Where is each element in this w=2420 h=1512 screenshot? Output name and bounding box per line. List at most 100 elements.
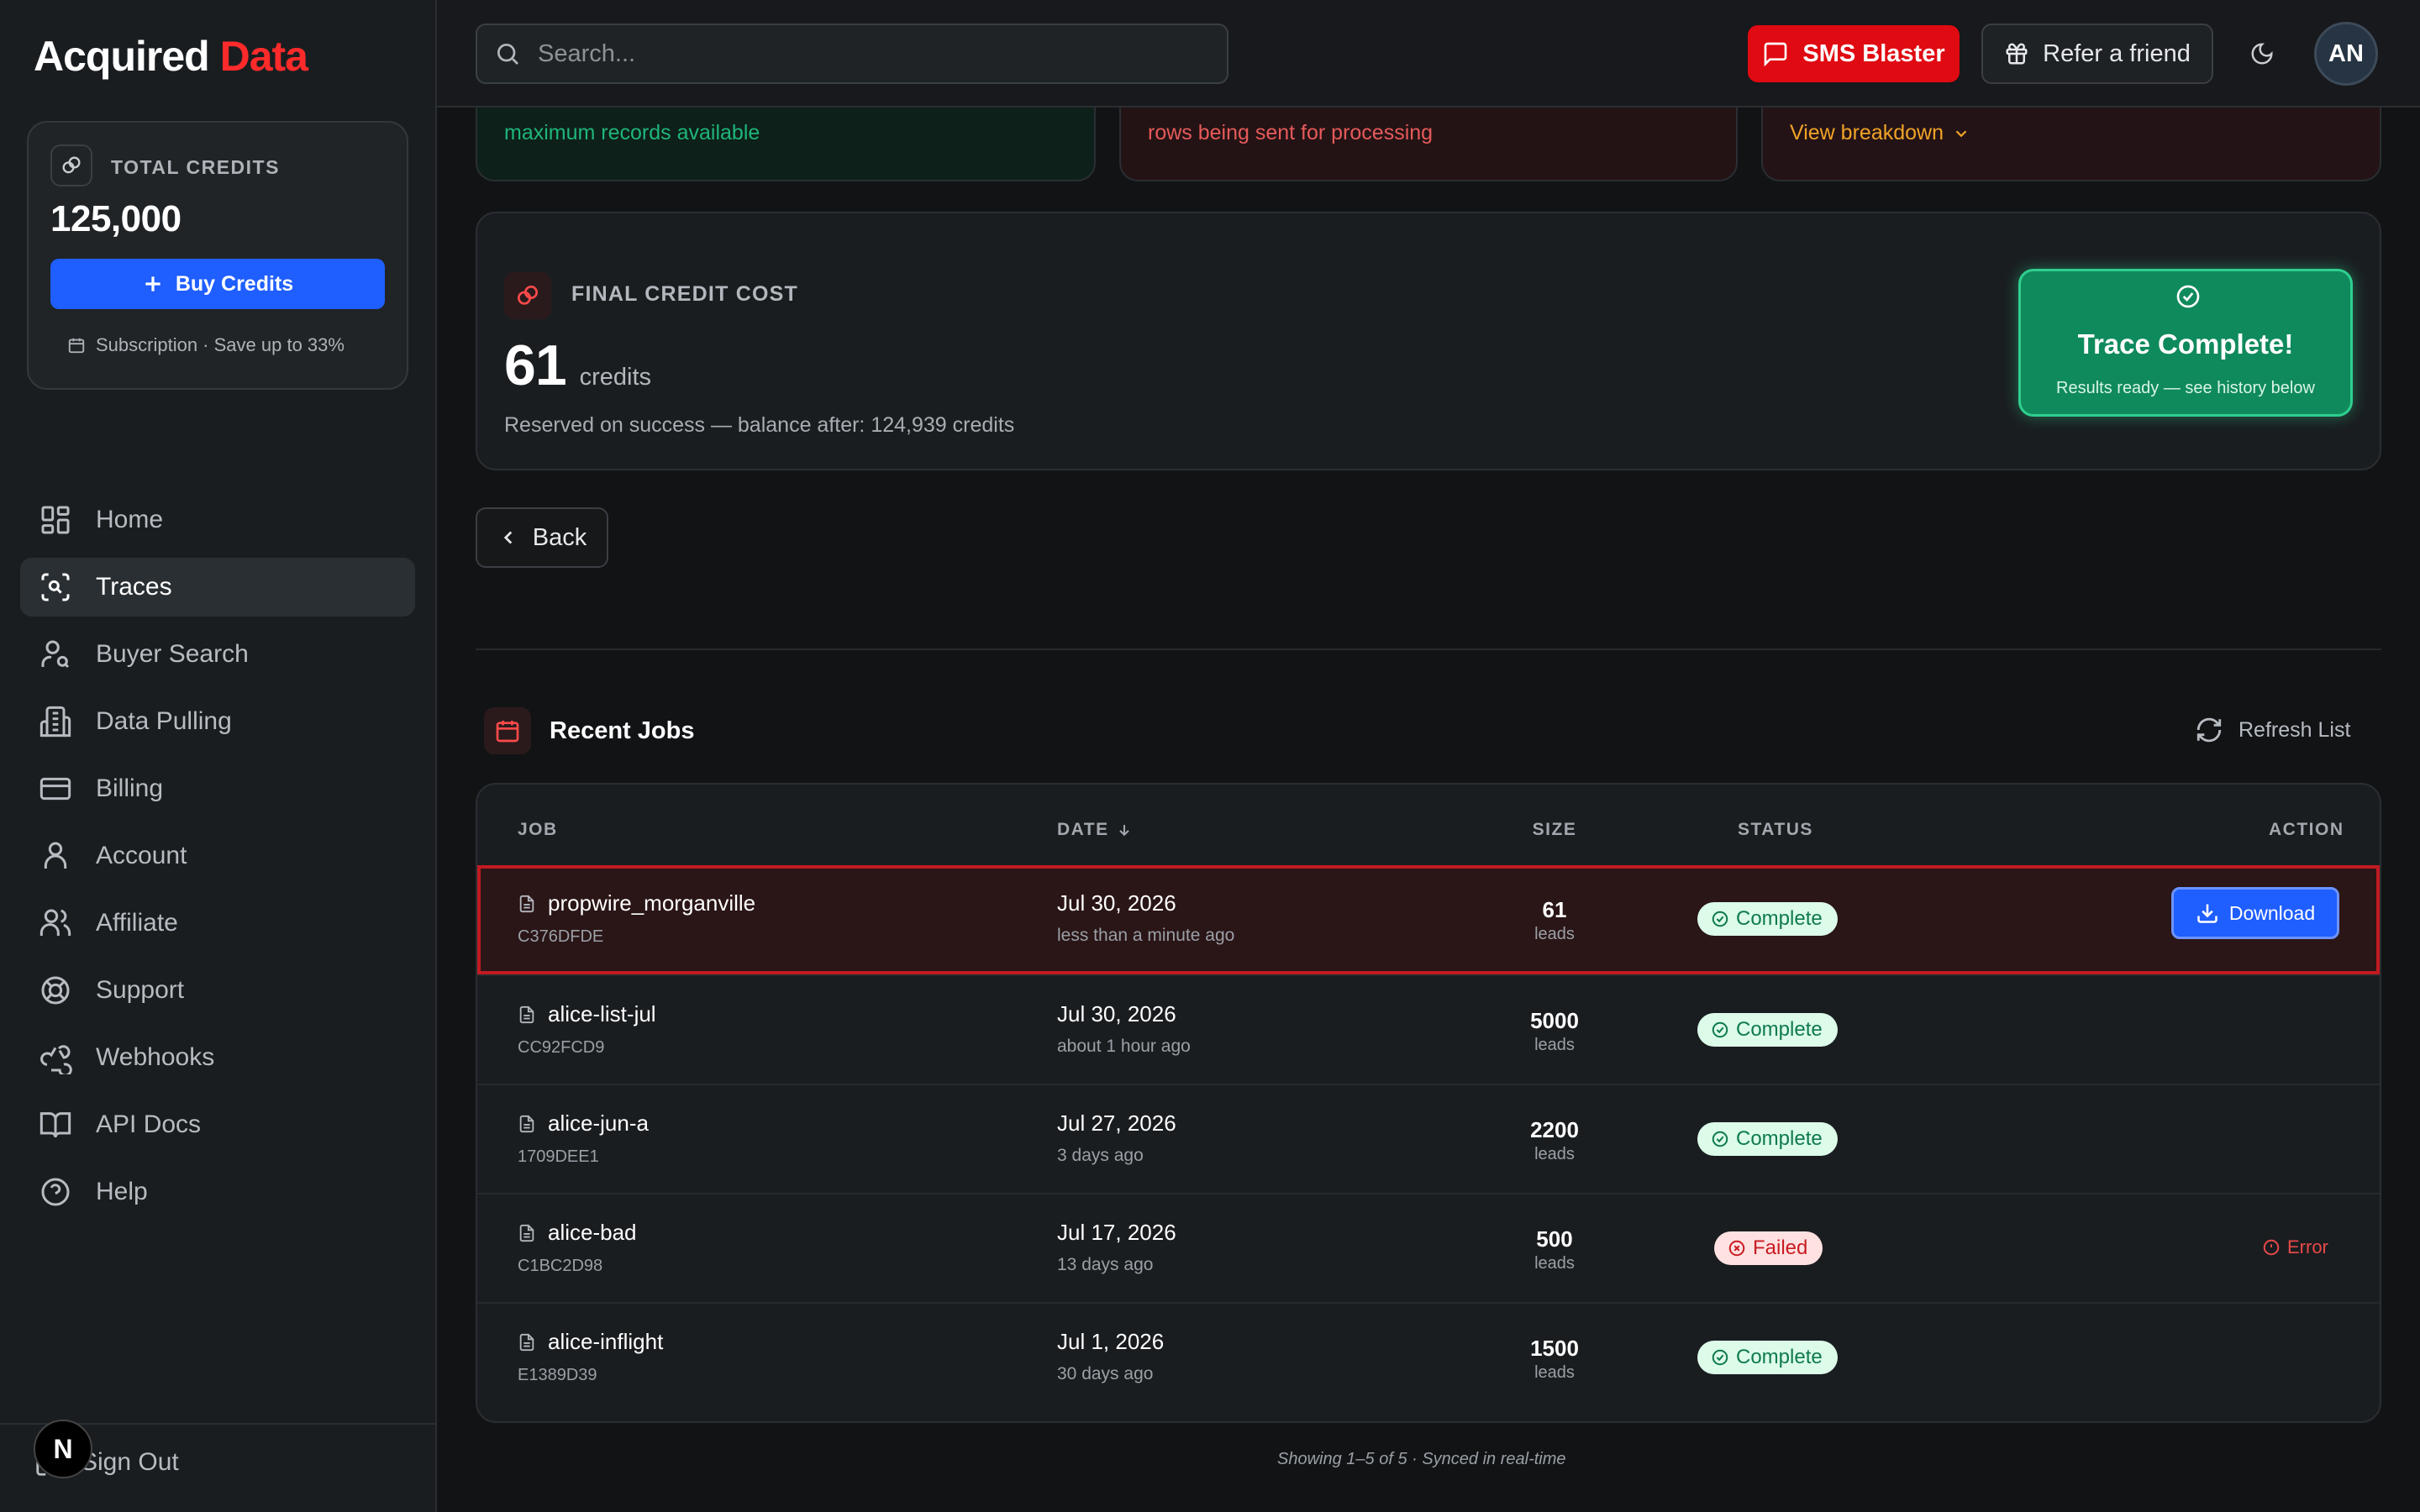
nav-item-data-pulling[interactable]: Data Pulling xyxy=(20,692,415,751)
message-square-icon xyxy=(1765,42,1787,67)
status-text: Complete xyxy=(1736,1018,1823,1041)
nav-item-buyer-search[interactable]: Buyer Search xyxy=(20,625,415,684)
sidebar: Acquired Data TOTAL CREDITS 125,000 Buy … xyxy=(0,0,437,1512)
job-id: C1BC2D98 xyxy=(518,1257,603,1275)
job-name-text: alice-jun-a xyxy=(548,1110,649,1136)
nav-label-api-docs: API Docs xyxy=(96,1110,202,1138)
processing-rows-text: rows being sent for processing xyxy=(1148,121,1434,144)
refer-a-friend-button[interactable]: Refer a friend xyxy=(1981,24,2213,84)
table-row[interactable]: alice-jun-a 1709DEE1 Jul 27, 2026 3 days… xyxy=(477,1084,2380,1193)
nav-item-affiliate[interactable]: Affiliate xyxy=(20,894,415,953)
job-size-number: 5000 xyxy=(1530,1008,1579,1033)
table-row[interactable]: alice-inflight E1389D39 Jul 1, 2026 30 d… xyxy=(477,1302,2380,1411)
nav-item-account[interactable]: Account xyxy=(20,827,415,885)
sign-out-label: Sign Out xyxy=(81,1448,179,1476)
col-header-date[interactable]: DATE xyxy=(1057,820,1133,840)
nav-label-traces: Traces xyxy=(96,573,172,601)
nav-item-webhooks[interactable]: Webhooks xyxy=(20,1028,415,1087)
trace-complete-banner: Trace Complete! Results ready — see hist… xyxy=(2018,269,2353,417)
job-date: Jul 30, 2026 xyxy=(1057,1001,1176,1026)
plus-icon xyxy=(145,276,160,291)
file-icon xyxy=(519,1005,534,1023)
book-icon xyxy=(39,1112,71,1138)
final-credit-cost-value: 61 credits xyxy=(504,333,651,398)
building-icon xyxy=(39,706,71,738)
job-name-text: propwire_morganville xyxy=(548,890,756,916)
coins-icon xyxy=(50,144,92,186)
buy-credits-button[interactable]: Buy Credits xyxy=(50,259,385,309)
file-icon xyxy=(519,895,534,912)
sms-blaster-label: SMS Blaster xyxy=(1802,39,1945,67)
table-row[interactable]: propwire_morganville C376DFDE Jul 30, 20… xyxy=(477,865,2380,974)
check-circle-icon xyxy=(2176,285,2200,308)
job-relative-time: about 1 hour ago xyxy=(1057,1037,1191,1056)
job-date: Jul 1, 2026 xyxy=(1057,1329,1165,1354)
users-icon xyxy=(39,909,71,936)
job-size-unit: leads xyxy=(1534,1363,1575,1382)
job-name: alice-list-jul xyxy=(518,1001,656,1027)
nav-item-support[interactable]: Support xyxy=(20,961,415,1020)
refresh-list-button[interactable]: Refresh List xyxy=(2195,716,2350,744)
alert-circle-icon xyxy=(2263,1239,2280,1256)
final-credit-cost-label: FINAL CREDIT COST xyxy=(571,282,798,306)
col-header-size: SIZE xyxy=(1532,820,1577,839)
job-size-unit: leads xyxy=(1534,1254,1575,1273)
search-icon xyxy=(497,44,518,65)
refresh-icon xyxy=(2196,717,2222,743)
job-id: 1709DEE1 xyxy=(518,1147,599,1166)
dev-tools-badge[interactable]: N xyxy=(34,1420,92,1478)
back-button[interactable]: Back xyxy=(476,507,608,568)
download-button[interactable]: Download xyxy=(2171,887,2339,939)
home-grid-icon xyxy=(41,506,70,534)
status-badge: Complete xyxy=(1697,1122,1838,1156)
col-header-date-label: DATE xyxy=(1057,820,1109,839)
check-circle-icon xyxy=(1712,1349,1728,1366)
job-size: 500 leads xyxy=(1470,1226,1639,1273)
nav-item-traces[interactable]: Traces xyxy=(20,558,415,617)
trace-complete-subtitle: Results ready — see history below xyxy=(2056,379,2315,397)
nav-item-home[interactable]: Home xyxy=(20,491,415,549)
job-size-unit: leads xyxy=(1534,1145,1575,1163)
top-bar: SMS Blaster Refer a friend AN xyxy=(437,0,2420,108)
job-date: Jul 30, 2026 xyxy=(1057,890,1176,916)
search-input[interactable] xyxy=(538,39,1193,68)
section-divider xyxy=(476,648,2381,650)
coins-icon xyxy=(504,272,551,319)
credits-label: TOTAL CREDITS xyxy=(111,156,280,178)
job-relative-time: 30 days ago xyxy=(1057,1364,1154,1383)
table-row[interactable]: alice-bad C1BC2D98 Jul 17, 2026 13 days … xyxy=(477,1193,2380,1302)
subscription-text: Subscription · Save up to 33% xyxy=(96,334,345,355)
file-icon xyxy=(519,1333,534,1351)
recent-jobs-table: JOB DATE SIZE STATUS ACTION propwire_mor… xyxy=(476,783,2381,1423)
search-bar[interactable] xyxy=(476,24,1228,84)
table-row[interactable]: alice-list-jul CC92FCD9 Jul 30, 2026 abo… xyxy=(477,974,2380,1084)
check-circle-icon xyxy=(1712,911,1728,927)
table-footer-note: Showing 1–5 of 5 · Synced in real-time xyxy=(1277,1450,1566,1468)
nav-label-support: Support xyxy=(96,976,185,1004)
chevron-down-icon[interactable] xyxy=(1952,124,1970,143)
sms-blaster-button[interactable]: SMS Blaster xyxy=(1748,25,1960,82)
status-text: Complete xyxy=(1736,1346,1823,1368)
cost-number: 61 xyxy=(504,333,567,397)
view-breakdown-link[interactable]: View breakdown xyxy=(1790,121,1944,145)
job-id: E1389D39 xyxy=(518,1366,597,1384)
brand-logo[interactable]: Acquired Data xyxy=(34,32,308,81)
status-text: Complete xyxy=(1736,1127,1823,1150)
subscription-link[interactable]: Subscription · Save up to 33% xyxy=(67,334,345,356)
back-label: Back xyxy=(532,523,587,551)
nav-item-billing[interactable]: Billing xyxy=(20,759,415,818)
theme-toggle-button[interactable] xyxy=(2244,35,2281,72)
calendar-icon xyxy=(484,707,531,754)
job-relative-time: 3 days ago xyxy=(1057,1146,1144,1165)
status-badge: Complete xyxy=(1697,1341,1838,1374)
job-name-text: alice-inflight xyxy=(548,1329,664,1354)
user-avatar[interactable]: AN xyxy=(2314,22,2378,86)
nav-item-help[interactable]: Help xyxy=(20,1163,415,1221)
job-size-unit: leads xyxy=(1534,1036,1575,1054)
credits-card: TOTAL CREDITS 125,000 Buy Credits Subscr… xyxy=(27,121,408,390)
job-name: alice-bad xyxy=(518,1220,637,1246)
main-nav: Home Traces Buyer Search Data Pulling Bi… xyxy=(20,491,415,1230)
status-text: Failed xyxy=(1753,1236,1808,1259)
nav-item-api-docs[interactable]: API Docs xyxy=(20,1095,415,1154)
error-link[interactable]: Error xyxy=(2262,1236,2328,1258)
